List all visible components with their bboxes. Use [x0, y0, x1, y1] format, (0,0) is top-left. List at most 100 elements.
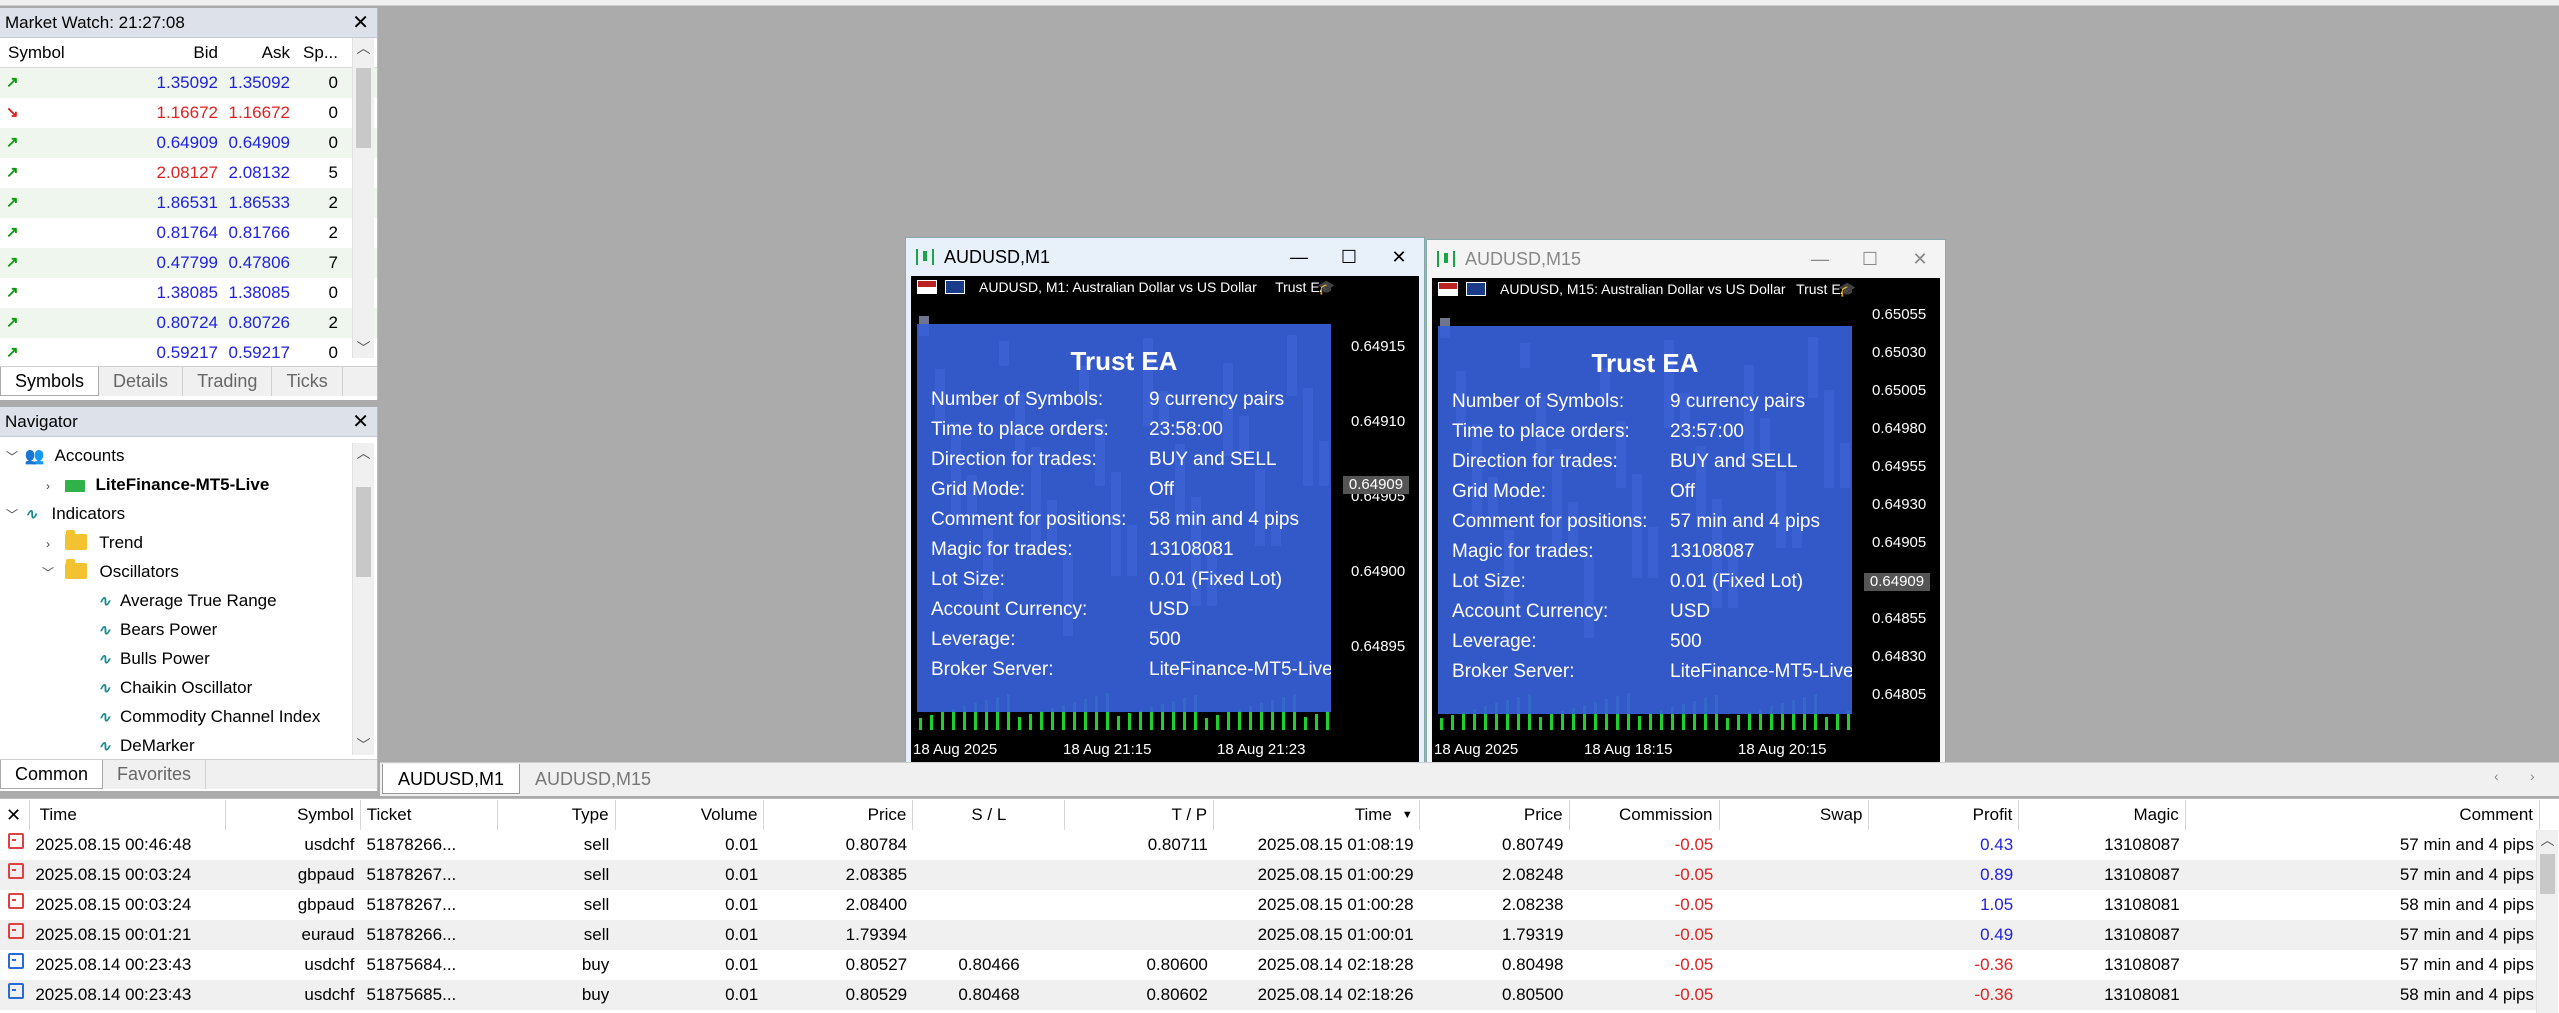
market-watch-row[interactable]: ↗USDCAD1.380851.380850 — [0, 278, 377, 308]
history-row[interactable]: 2025.08.15 00:46:48 usdchf 51878266... sell… — [0, 830, 2540, 860]
market-watch-row[interactable]: ↗USDCHF0.807240.807262 — [0, 308, 377, 338]
market-watch-row[interactable]: ↗NZDUSD0.592170.592170 — [0, 338, 377, 368]
price-chart[interactable]: AUDUSD, M1: Australian Dollar vs US Doll… — [911, 276, 1419, 764]
tab-trading[interactable]: Trading — [183, 367, 273, 396]
ea-panel-row: Number of Symbols: 9 currency pairs — [1438, 387, 1852, 417]
ask-value: 0.64909 — [228, 133, 290, 152]
tabs-scroll-right-icon[interactable]: › — [2530, 768, 2535, 784]
history-col-s-l[interactable]: S / L — [913, 800, 1066, 830]
history-cell-profit: 1.05 — [1980, 895, 2014, 914]
navigator-scrollbar[interactable]: ︿ ﹀ — [352, 443, 374, 755]
col-spread[interactable]: Sp... — [294, 38, 344, 67]
ea-panel-key: Lot Size: — [1452, 571, 1526, 592]
tab-ticks[interactable]: Ticks — [272, 367, 343, 396]
history-row[interactable]: 2025.08.14 00:23:43 usdchf 51875684... buy 0… — [0, 950, 2540, 980]
scroll-thumb[interactable] — [356, 487, 371, 577]
history-cell-close: 2025.08.14 02:18:28 — [1257, 955, 1414, 974]
close-icon[interactable]: ✕ — [0, 800, 30, 830]
minimize-icon[interactable]: — — [1795, 240, 1845, 278]
maximize-icon[interactable]: ☐ — [1324, 238, 1374, 276]
nav-oscillator-item[interactable]: ∿ Chaikin Oscillator — [0, 673, 377, 702]
market-watch-scrollbar[interactable]: ︿ ﹀ — [352, 38, 374, 358]
nav-trend[interactable]: › Trend — [0, 528, 377, 557]
market-watch-row[interactable]: ↗GBPUSD1.350921.350920 — [0, 68, 377, 98]
tab-favorites[interactable]: Favorites — [103, 760, 207, 789]
history-col-profit[interactable]: Profit — [1869, 800, 2020, 830]
market-watch-row[interactable]: ↗AUDUSD0.649090.649090 — [0, 128, 377, 158]
nav-oscillator-item[interactable]: ∿ Average True Range — [0, 586, 377, 615]
nav-account-item[interactable]: › LiteFinance-MT5-Live — [0, 470, 377, 499]
history-cell-cprice: 0.80749 — [1502, 835, 1564, 854]
scroll-down-icon[interactable]: ﹀ — [353, 735, 374, 755]
close-icon[interactable]: ✕ — [352, 407, 369, 437]
price-tick: 0.64930 — [1872, 496, 1927, 513]
scroll-up-icon[interactable]: ︿ — [2537, 830, 2558, 850]
col-ask[interactable]: Ask — [222, 38, 294, 67]
history-row[interactable]: 2025.08.15 00:03:24 gbpaud 51878267... sell… — [0, 890, 2540, 920]
history-col-symbol[interactable]: Symbol — [226, 800, 361, 830]
nav-indicators[interactable]: ﹀ ∿ Indicators — [0, 499, 377, 528]
history-col-commission[interactable]: Commission — [1570, 800, 1720, 830]
scroll-up-icon[interactable]: ︿ — [353, 38, 374, 58]
expand-icon[interactable]: › — [40, 530, 56, 559]
us-flag-icon — [917, 280, 937, 294]
nav-oscillator-item[interactable]: ∿ Bulls Power — [0, 644, 377, 673]
price-chart[interactable]: AUDUSD, M15: Australian Dollar vs US Dol… — [1432, 278, 1940, 764]
scroll-thumb[interactable] — [2540, 854, 2555, 894]
history-col-close-time[interactable]: Time ▼ — [1214, 800, 1420, 830]
expand-icon[interactable]: › — [40, 472, 56, 501]
server-icon — [64, 479, 85, 492]
chart-tab-m1[interactable]: AUDUSD,M1 — [382, 764, 521, 794]
tab-symbols[interactable]: Symbols — [0, 367, 100, 396]
minimize-icon[interactable]: — — [1274, 238, 1324, 276]
history-cell-price: 1.79394 — [845, 925, 908, 944]
scroll-thumb[interactable] — [356, 68, 371, 148]
collapse-icon[interactable]: ﹀ — [40, 559, 56, 588]
sort-desc-icon[interactable]: ▼ — [1392, 800, 1413, 830]
col-symbol[interactable]: Symbol — [0, 38, 150, 67]
history-col-time[interactable]: Time — [30, 800, 226, 830]
history-row[interactable]: 2025.08.14 00:23:43 usdchf 51875685... buy 0… — [0, 980, 2540, 1010]
history-col-magic[interactable]: Magic — [2019, 800, 2186, 830]
chart-window[interactable]: AUDUSD,M1 — ☐ ✕ AUDUSD, M1: Australian D… — [905, 237, 1425, 765]
nav-oscillator-item[interactable]: ∿ DeMarker — [0, 731, 377, 760]
close-icon[interactable]: ✕ — [352, 8, 369, 38]
scroll-down-icon[interactable]: ﹀ — [353, 338, 374, 358]
collapse-icon[interactable]: ﹀ — [4, 443, 20, 472]
nav-oscillators[interactable]: ﹀ Oscillators — [0, 557, 377, 586]
history-col-volume[interactable]: Volume — [616, 800, 765, 830]
nav-oscillator-item[interactable]: ∿ Commodity Channel Index — [0, 702, 377, 731]
market-watch-row[interactable]: ↗GBPAUD2.081272.081325 — [0, 158, 377, 188]
history-row[interactable]: 2025.08.15 00:03:24 gbpaud 51878267... sell… — [0, 860, 2540, 890]
col-bid[interactable]: Bid — [150, 38, 222, 67]
maximize-icon[interactable]: ☐ — [1845, 240, 1895, 278]
history-col-ticket[interactable]: Ticket — [361, 800, 498, 830]
chart-window[interactable]: AUDUSD,M15 — ☐ ✕ AUDUSD, M15: Australian… — [1426, 239, 1946, 765]
toolbar-strip — [0, 0, 2559, 6]
history-col-comment[interactable]: Comment — [2186, 800, 2541, 830]
chart-window-titlebar[interactable]: AUDUSD,M15 — ☐ ✕ — [1427, 240, 1945, 278]
history-col-price[interactable]: Price — [1420, 800, 1570, 830]
history-col-type[interactable]: Type — [498, 800, 616, 830]
history-cell-ticket: 51875684... — [366, 955, 457, 974]
tab-details[interactable]: Details — [99, 367, 184, 396]
market-watch-row[interactable]: ↗NZDCHF0.477990.478067 — [0, 248, 377, 278]
nav-oscillator-item[interactable]: ∿ Bears Power — [0, 615, 377, 644]
history-col-t-p[interactable]: T / P — [1065, 800, 1215, 830]
market-watch-row[interactable]: ↘EURUSD1.166721.166720 — [0, 98, 377, 128]
history-col-swap[interactable]: Swap — [1720, 800, 1870, 830]
close-icon[interactable]: ✕ — [1374, 238, 1424, 276]
scroll-up-icon[interactable]: ︿ — [353, 443, 374, 463]
close-icon[interactable]: ✕ — [1895, 240, 1945, 278]
tab-common[interactable]: Common — [0, 760, 104, 789]
chart-window-titlebar[interactable]: AUDUSD,M1 — ☐ ✕ — [906, 238, 1424, 276]
market-watch-row[interactable]: ↗GBPCAD1.865311.865332 — [0, 188, 377, 218]
tabs-scroll-left-icon[interactable]: ‹ — [2494, 768, 2499, 784]
history-row[interactable]: 2025.08.15 00:01:21 euraud 51878266... sell… — [0, 920, 2540, 950]
chart-tab-m15[interactable]: AUDUSD,M15 — [520, 764, 666, 794]
market-watch-row[interactable]: ↗NZDCAD0.817640.817662 — [0, 218, 377, 248]
history-col-price[interactable]: Price — [764, 800, 914, 830]
history-scrollbar[interactable]: ︿ — [2536, 830, 2558, 1013]
nav-accounts[interactable]: ﹀ 👥 Accounts — [0, 441, 377, 470]
collapse-icon[interactable]: ﹀ — [4, 501, 20, 530]
